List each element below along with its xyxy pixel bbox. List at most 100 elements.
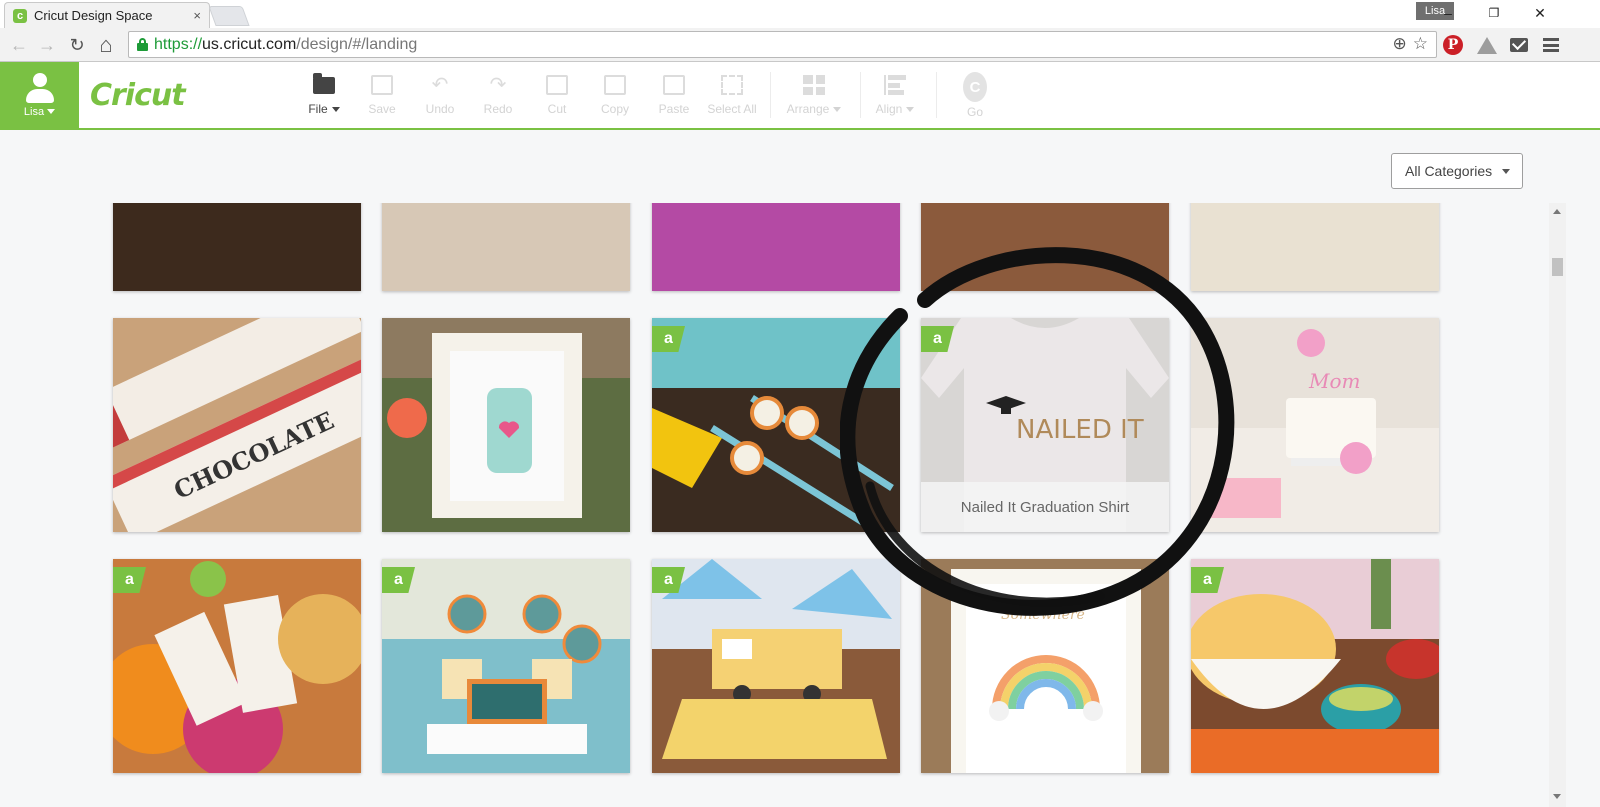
save-icon	[371, 75, 393, 95]
redo-icon: ↷	[489, 74, 507, 96]
svg-text:NAILED IT: NAILED IT	[1016, 415, 1144, 445]
app-header: Lisa Cricut File Save ↶ Undo ↷ Redo Cut …	[0, 62, 1600, 130]
select-all-icon	[721, 75, 743, 95]
browser-tab-bar: c Cricut Design Space × Lisa – ❐ ✕	[0, 0, 1600, 28]
vertical-scrollbar[interactable]	[1549, 203, 1566, 807]
project-card-window-party[interactable]	[1191, 203, 1439, 291]
project-thumbnail	[652, 203, 900, 291]
project-card-dessertivore-cupcakes[interactable]: a	[382, 559, 630, 773]
tab-close-icon[interactable]: ×	[193, 8, 201, 23]
save-label: Save	[368, 102, 396, 116]
user-menu[interactable]: Lisa	[0, 62, 79, 128]
project-card-mom-cake[interactable]: Mom	[1191, 318, 1439, 532]
undo-button[interactable]: ↶ Undo	[411, 74, 469, 116]
zoom-icon[interactable]: ⊕	[1393, 34, 1407, 54]
project-card-rv-popup-card[interactable]: a	[652, 559, 900, 773]
user-avatar-icon	[25, 72, 54, 103]
cut-icon	[546, 75, 568, 95]
project-thumbnail	[1191, 559, 1439, 773]
select-all-label: Select All	[707, 102, 757, 116]
cut-button[interactable]: Cut	[528, 74, 586, 116]
project-thumbnail: Mom	[1191, 318, 1439, 532]
cut-label: Cut	[547, 102, 567, 116]
url-scheme: https://	[154, 35, 203, 53]
chevron-down-icon	[833, 106, 842, 112]
project-card-taco-fiesta[interactable]	[921, 203, 1169, 291]
project-thumbnail	[1191, 203, 1439, 291]
project-card-fiesta-bowls[interactable]: a	[1191, 559, 1439, 773]
project-thumbnail	[652, 559, 900, 773]
align-menu[interactable]: Align	[866, 74, 924, 116]
restore-button[interactable]: ❐	[1472, 2, 1516, 24]
copy-button[interactable]: Copy	[586, 74, 644, 116]
new-tab-button[interactable]	[208, 6, 250, 26]
file-menu[interactable]: File	[295, 72, 353, 116]
project-card-pink-flowers[interactable]	[652, 203, 900, 291]
minimize-button[interactable]: –	[1426, 2, 1470, 24]
chevron-down-icon	[47, 109, 56, 114]
close-window-button[interactable]: ✕	[1518, 2, 1562, 24]
project-gallery: All Categories CHOCOLATE a NAILED IT a Naile…	[0, 131, 1600, 807]
svg-text:Somewhere: Somewhere	[1001, 607, 1085, 623]
select-all-button[interactable]: Select All	[703, 74, 761, 116]
project-card-rainbow-print[interactable]: Somewhere	[921, 559, 1169, 773]
folder-icon	[313, 72, 335, 94]
drive-icon	[1477, 36, 1497, 54]
hamburger-menu-icon	[1543, 38, 1559, 52]
forward-icon[interactable]: →	[34, 32, 60, 58]
address-bar[interactable]: https://us.cricut.com/design/#/landing ⊕…	[128, 31, 1437, 58]
toolbar-divider	[936, 72, 937, 118]
project-thumbnail: Somewhere	[921, 559, 1169, 773]
paste-button[interactable]: Paste	[645, 74, 703, 116]
save-button[interactable]: Save	[353, 74, 411, 116]
go-button[interactable]: C Go	[946, 72, 1004, 119]
project-card-mason-jar-frame[interactable]	[382, 318, 630, 532]
project-thumbnail	[113, 203, 361, 291]
cricut-logo[interactable]: Cricut	[90, 78, 186, 113]
project-thumbnail	[382, 318, 630, 532]
project-card-dino-straws[interactable]: a	[652, 318, 900, 532]
reload-icon[interactable]: ↻	[64, 32, 90, 58]
drive-extension[interactable]	[1475, 33, 1499, 57]
chevron-down-icon	[331, 106, 340, 112]
tab-title: Cricut Design Space	[34, 8, 153, 23]
lock-icon	[137, 38, 148, 51]
arrange-menu[interactable]: Arrange	[785, 74, 843, 116]
chevron-down-icon	[906, 106, 915, 112]
go-label: Go	[966, 105, 983, 119]
pinterest-extension[interactable]: P	[1441, 33, 1465, 57]
browser-tab[interactable]: c Cricut Design Space ×	[4, 2, 210, 28]
category-selected-value: All Categories	[1405, 163, 1493, 179]
align-icon	[884, 75, 906, 95]
scroll-down-arrow-icon[interactable]	[1553, 794, 1561, 799]
chrome-menu-button[interactable]	[1539, 33, 1563, 57]
project-card-dino-party[interactable]	[113, 203, 361, 291]
browser-toolbar: ← → ↻ ⌂ https://us.cricut.com/design/#/l…	[0, 28, 1600, 62]
svg-text:Mom: Mom	[1308, 369, 1360, 393]
pinterest-icon: P	[1443, 35, 1463, 55]
project-thumbnail: CHOCOLATE	[113, 318, 361, 532]
url-host: us.cricut.com	[202, 35, 297, 53]
project-card-fiesta-napkins[interactable]: a	[113, 559, 361, 773]
scroll-up-arrow-icon[interactable]	[1553, 209, 1561, 214]
url-path: /design/#/landing	[296, 35, 418, 53]
undo-icon: ↶	[431, 74, 449, 96]
align-label: Align	[875, 102, 903, 116]
project-thumbnail	[382, 203, 630, 291]
project-card-nailed-it-shirt[interactable]: NAILED IT a Nailed It Graduation Shirt	[921, 318, 1169, 532]
arrange-icon	[803, 75, 825, 95]
mail-extension[interactable]	[1507, 33, 1531, 57]
project-thumbnail	[652, 318, 900, 532]
category-dropdown[interactable]: All Categories	[1391, 153, 1523, 189]
back-icon[interactable]: ←	[6, 32, 32, 58]
redo-button[interactable]: ↷ Redo	[469, 74, 527, 116]
undo-label: Undo	[425, 102, 455, 116]
toolbar-divider	[860, 72, 861, 118]
bookmark-star-icon[interactable]: ☆	[1413, 34, 1428, 54]
project-thumbnail	[382, 559, 630, 773]
cricut-go-icon: C	[963, 72, 987, 102]
scroll-thumb[interactable]	[1552, 258, 1563, 276]
home-icon[interactable]: ⌂	[93, 32, 119, 58]
project-card-chocolate-wrappers[interactable]: CHOCOLATE	[113, 318, 361, 532]
project-card-craft-supplies[interactable]	[382, 203, 630, 291]
